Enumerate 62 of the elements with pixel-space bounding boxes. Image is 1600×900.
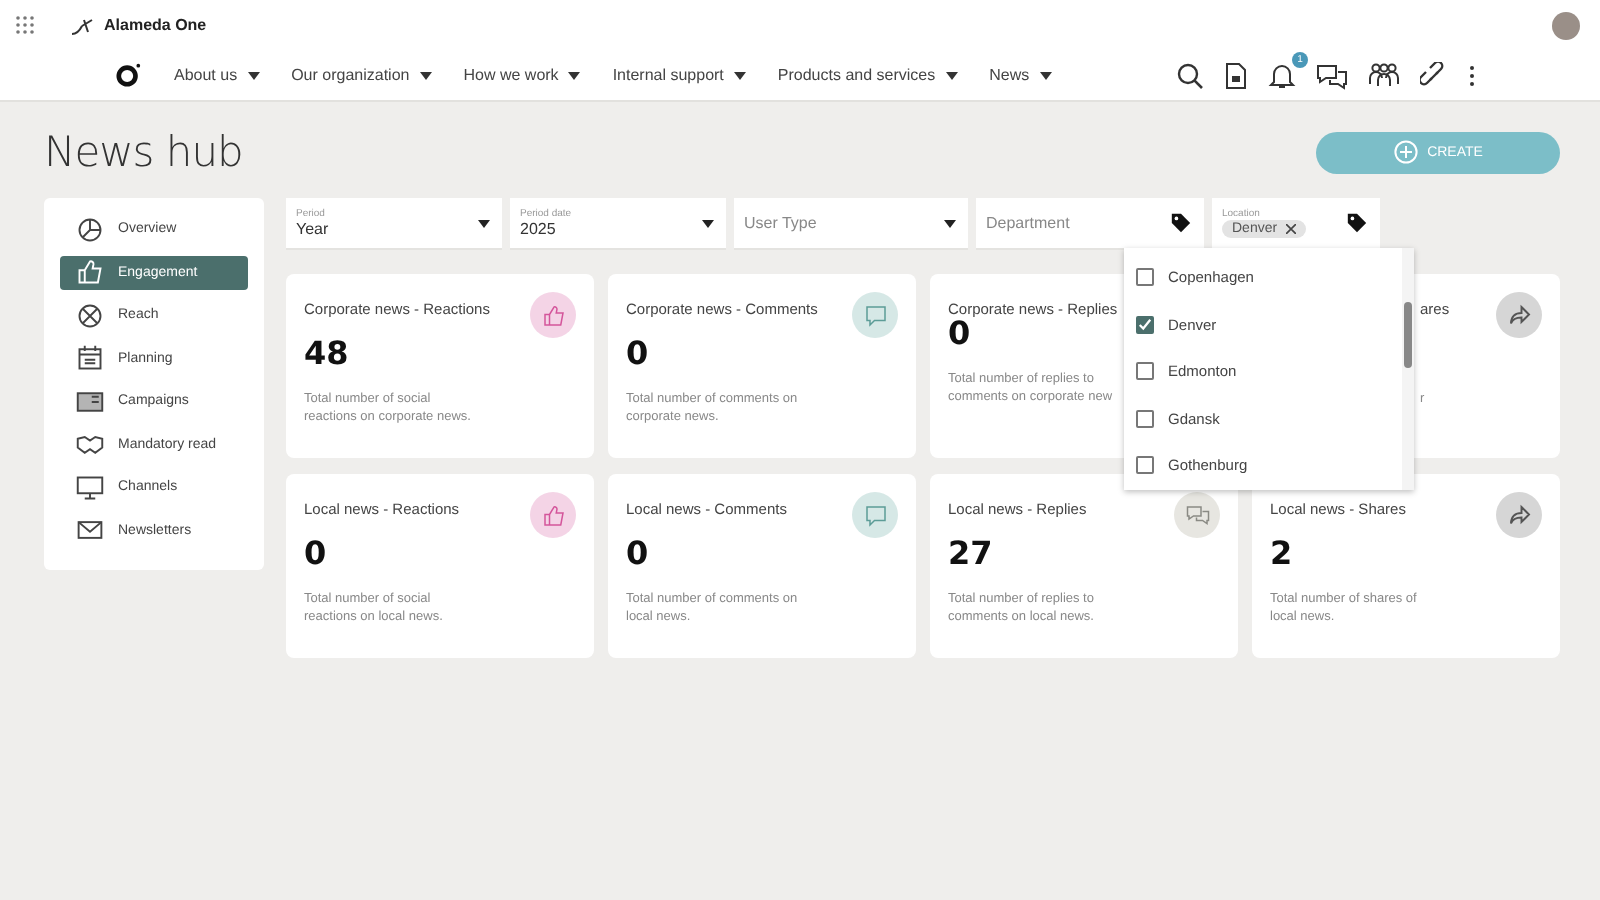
bell-icon[interactable] [1268, 61, 1296, 89]
tag-icon [1346, 212, 1368, 234]
card-value: 2 [1270, 534, 1293, 574]
logo-icon [70, 15, 94, 35]
logo-ring-icon [116, 62, 142, 88]
chat-icon[interactable] [1316, 61, 1348, 89]
caret-icon [478, 219, 490, 227]
speech-bubbles-icon [1185, 503, 1209, 527]
tag-select-field[interactable]: Department [976, 198, 1204, 250]
thumbs-up-icon [541, 503, 565, 527]
search-icon[interactable] [1176, 61, 1204, 89]
globe-icon [76, 301, 104, 329]
plus-circle-icon [1393, 140, 1418, 164]
thumbs-up-icon [76, 258, 104, 286]
caret-icon [733, 71, 746, 79]
nav-menu-item[interactable]: Our organization [275, 66, 448, 84]
calendar-icon [76, 344, 104, 372]
close-icon[interactable] [1285, 224, 1296, 234]
card-value: 0 [626, 334, 649, 374]
card-value: 0 [304, 534, 327, 574]
nav-menu-item[interactable]: Internal support [596, 66, 762, 84]
pie-chart-icon [76, 215, 104, 243]
scrollbar[interactable] [1402, 248, 1414, 490]
checkbox[interactable] [1136, 315, 1154, 334]
user-avatar[interactable] [1552, 11, 1580, 39]
card-value: 27 [948, 534, 993, 574]
document-icon[interactable] [1224, 61, 1248, 89]
nav-menu-item[interactable]: How we work [447, 66, 597, 84]
speech-bubble-icon [863, 503, 887, 527]
card-value: 0 [948, 314, 971, 354]
caret-icon [1039, 71, 1052, 79]
envelope-icon [76, 516, 104, 544]
caret-icon [568, 71, 581, 79]
app-grid-icon[interactable] [16, 16, 34, 34]
speech-bubble-icon [863, 303, 887, 327]
caret-icon [419, 71, 432, 79]
nav-menu-item[interactable]: About us [158, 66, 276, 84]
link-icon[interactable] [1420, 61, 1448, 89]
caret-icon [247, 71, 260, 79]
billboard-icon [76, 387, 104, 415]
tag-icon [1170, 212, 1192, 234]
monitor-icon [76, 473, 104, 501]
checkbox[interactable] [1136, 456, 1154, 475]
nav-menu-item[interactable]: News [973, 66, 1068, 84]
brand-name: Alameda One [104, 16, 207, 34]
share-arrow-icon [1507, 303, 1531, 327]
checkbox[interactable] [1136, 268, 1154, 287]
checkbox[interactable] [1136, 362, 1154, 381]
people-icon[interactable] [1368, 61, 1400, 89]
thumbs-up-icon [541, 303, 565, 327]
caret-icon [702, 219, 714, 227]
caret-icon [944, 219, 956, 227]
more-icon[interactable] [1468, 63, 1476, 87]
card-value: 0 [626, 534, 649, 574]
share-arrow-icon [1507, 503, 1531, 527]
nav-menu-item[interactable]: Products and services [761, 66, 974, 84]
handshake-icon [76, 430, 104, 458]
select-field[interactable]: User Type [734, 198, 968, 250]
card-value: 48 [304, 334, 349, 374]
caret-icon [945, 71, 958, 79]
page-title: News hub [44, 128, 243, 176]
checkbox[interactable] [1136, 409, 1154, 428]
